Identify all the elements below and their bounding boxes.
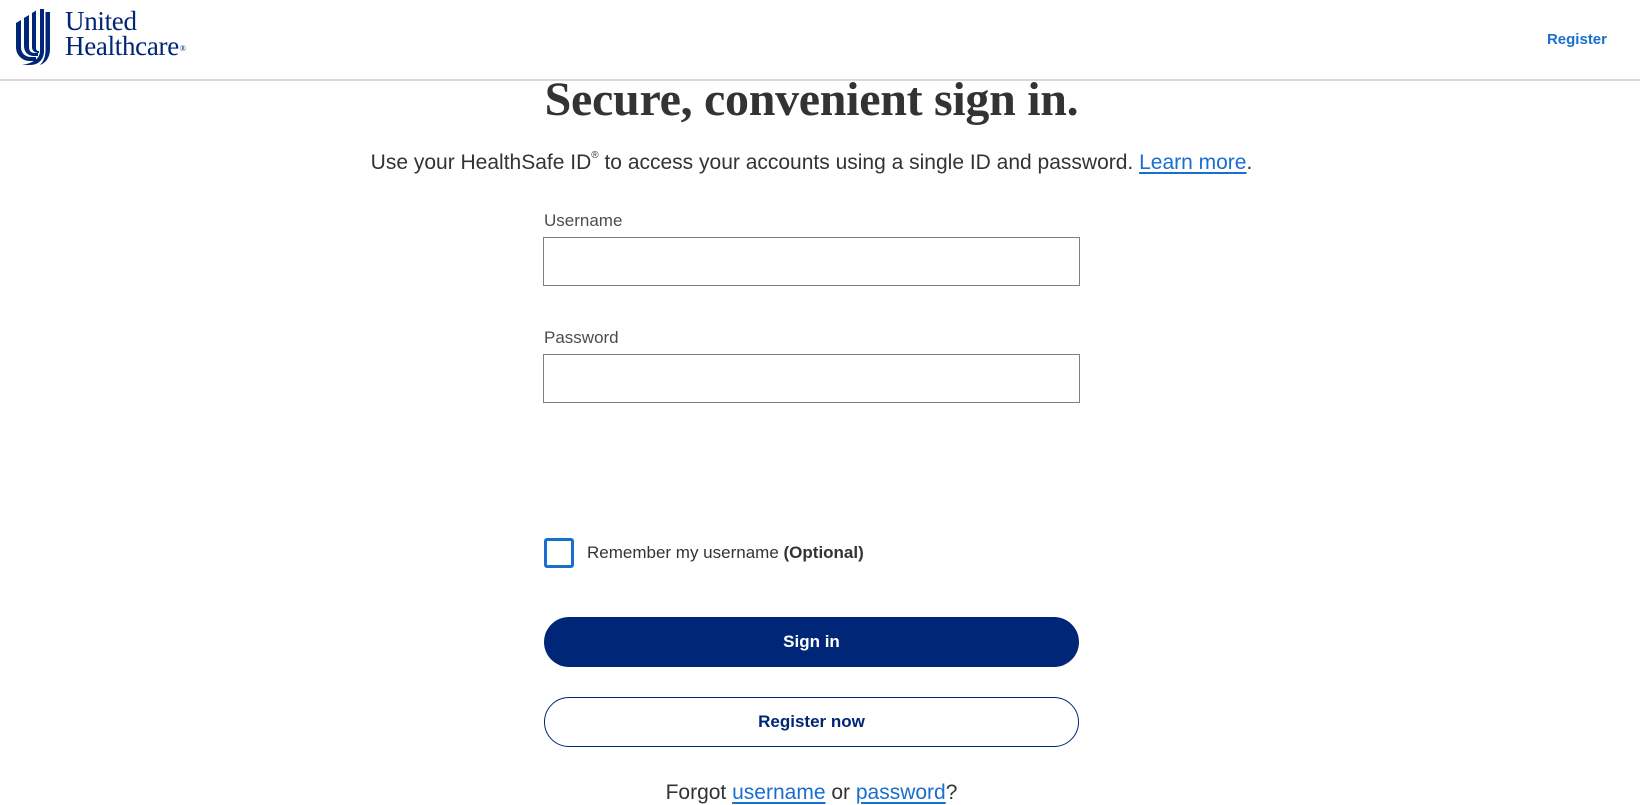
optional-tag: (Optional) [783, 543, 864, 562]
subtitle-text-middle: to access your accounts using a single I… [598, 151, 1140, 174]
password-input[interactable] [543, 354, 1080, 403]
forgot-text-end: ? [945, 781, 958, 804]
remember-username-checkbox[interactable] [544, 538, 574, 568]
remember-username-label[interactable]: Remember my username (Optional) [587, 543, 864, 563]
logo-registered-mark: ® [179, 44, 186, 53]
username-label: Username [544, 211, 623, 230]
logo-line-healthcare-text: Healthcare [65, 31, 179, 61]
site-header: United Healthcare® Register [0, 0, 1640, 81]
sign-in-button[interactable]: Sign in [544, 617, 1079, 667]
unitedhealthcare-logo[interactable]: United Healthcare® [16, 8, 186, 65]
page-title: Secure, convenient sign in. [544, 73, 1079, 126]
header-register-link[interactable]: Register [1547, 31, 1607, 48]
password-label: Password [544, 328, 619, 347]
register-now-button[interactable]: Register now [544, 697, 1079, 747]
forgot-text-or: or [825, 781, 856, 804]
page-subtitle: Use your HealthSafe ID® to access your a… [0, 144, 1623, 178]
username-input[interactable] [543, 237, 1080, 286]
forgot-text-start: Forgot [665, 781, 733, 804]
remember-username-row[interactable]: Remember my username (Optional) [544, 538, 864, 568]
remember-username-text: Remember my username [587, 543, 784, 562]
forgot-username-link[interactable]: username [732, 781, 825, 804]
subtitle-registered-mark: ® [591, 150, 599, 161]
logo-wordmark: United Healthcare® [65, 8, 186, 65]
subtitle-text-start: Use your HealthSafe ID [370, 151, 592, 174]
logo-line-healthcare: Healthcare® [65, 31, 186, 65]
forgot-credentials: Forgot username or password? [543, 781, 1080, 805]
forgot-password-link[interactable]: password [856, 781, 946, 804]
learn-more-link[interactable]: Learn more [1139, 151, 1246, 174]
subtitle-text-end: . [1246, 151, 1253, 174]
uhc-u-logo-icon [16, 9, 50, 65]
